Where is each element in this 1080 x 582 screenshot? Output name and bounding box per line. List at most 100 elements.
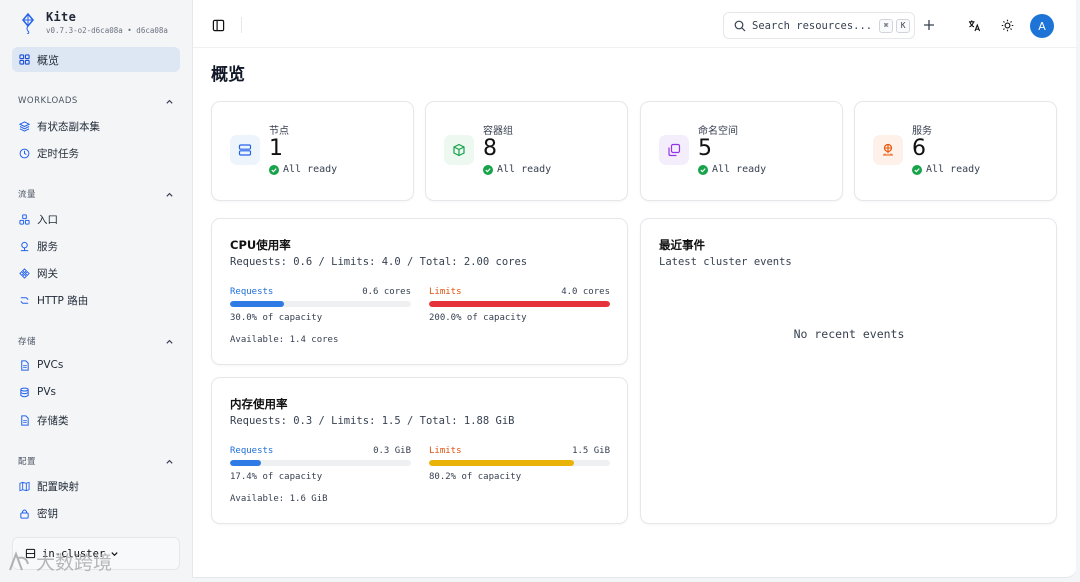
progress-fill xyxy=(429,460,575,466)
stat-card-namespaces[interactable]: 命名空间 5 All ready xyxy=(640,101,843,201)
lock-icon xyxy=(20,509,29,519)
stat-icon-wrap xyxy=(659,135,689,165)
stat-status: All ready xyxy=(483,164,551,175)
sun-icon xyxy=(1001,19,1013,31)
stat-value: 6 xyxy=(912,136,926,161)
sidebar-item-label: PVCs xyxy=(37,359,64,371)
sidebar-item-label: 概览 xyxy=(37,53,59,67)
progress-fill xyxy=(230,301,285,307)
service-icon xyxy=(20,241,29,252)
sidebar: Kite v0.7.3-o2-d6ca08a • d6ca08a 概览 WORK… xyxy=(0,0,192,582)
chevron-up-icon xyxy=(166,192,173,197)
sidebar-item-label: 有状态副本集 xyxy=(37,121,100,133)
stat-card-nodes[interactable]: 节点 1 All ready xyxy=(211,101,414,201)
network-icon xyxy=(883,143,893,156)
cube-icon xyxy=(453,143,465,157)
nav-group-label: 配置 xyxy=(18,457,37,467)
theme-toggle-button[interactable] xyxy=(999,17,1015,33)
sidebar-item-ingress[interactable]: 入口 xyxy=(19,212,58,227)
recent-events-card: 最近事件 Latest cluster events No recent eve… xyxy=(640,218,1057,524)
card-summary: Requests: 0.3 / Limits: 1.5 / Total: 1.8… xyxy=(230,415,515,427)
sidebar-item-configmaps[interactable]: 配置映射 xyxy=(19,479,79,494)
card-title: 内存使用率 xyxy=(230,397,288,411)
server-icon xyxy=(238,144,252,156)
file-icon xyxy=(21,359,29,371)
chevron-up-icon xyxy=(166,339,173,344)
nav-group-label: 存储 xyxy=(18,337,37,347)
sidebar-item-secrets[interactable]: 密钥 xyxy=(19,506,58,521)
check-circle-icon xyxy=(269,164,279,175)
stat-label: 服务 xyxy=(912,126,932,137)
search-input[interactable]: Search resources... ⌘ K xyxy=(723,12,915,39)
card-title: 最近事件 xyxy=(659,238,705,252)
stat-card-pods[interactable]: 容器组 8 All ready xyxy=(425,101,628,201)
bar-label: Limits xyxy=(429,287,462,297)
stat-label: 节点 xyxy=(269,126,289,137)
nav-group-workloads[interactable]: WORKLOADS xyxy=(18,96,174,106)
sidebar-item-label: HTTP 路由 xyxy=(37,295,89,307)
memory-requests-bar: Requests 0.3 GiB 17.4% of capacity xyxy=(230,446,411,482)
check-circle-icon xyxy=(912,164,922,175)
stat-status-text: All ready xyxy=(497,164,552,175)
stat-card-services[interactable]: 服务 6 All ready xyxy=(854,101,1057,201)
progress-track xyxy=(429,460,610,466)
cpu-usage-card: CPU使用率 Requests: 0.6 / Limits: 4.0 / Tot… xyxy=(211,218,628,365)
brand[interactable]: Kite v0.7.3-o2-d6ca08a • d6ca08a xyxy=(18,10,168,35)
sidebar-item-pvcs[interactable]: PVCs xyxy=(19,359,63,371)
nav-group-traffic[interactable]: 流量 xyxy=(18,188,174,200)
stat-icon-wrap xyxy=(230,135,260,165)
stat-status: All ready xyxy=(698,164,766,175)
sidebar-item-label: PVs xyxy=(37,386,56,398)
kbd-cmd: ⌘ xyxy=(879,18,894,33)
search-icon xyxy=(734,20,746,31)
sidebar-toggle-button[interactable] xyxy=(209,16,227,34)
sidebar-item-label: 定时任务 xyxy=(37,148,79,160)
grid-icon xyxy=(19,54,30,65)
sidebar-item-pvs[interactable]: PVs xyxy=(19,386,56,398)
language-button[interactable] xyxy=(966,17,982,33)
progress-track xyxy=(230,301,411,307)
stat-value: 1 xyxy=(269,136,283,161)
watermark: 大数跨境 xyxy=(6,548,112,575)
translate-icon xyxy=(968,19,980,31)
search-placeholder: Search resources... xyxy=(752,19,873,32)
stat-icon-wrap xyxy=(444,135,474,165)
memory-usage-card: 内存使用率 Requests: 0.3 / Limits: 1.5 / Tota… xyxy=(211,377,628,524)
route-icon xyxy=(20,297,29,304)
kite-logo-icon xyxy=(22,12,34,34)
progress-fill xyxy=(429,301,610,307)
available-text: Available: 1.6 GiB xyxy=(230,494,328,504)
sidebar-item-gateways[interactable]: 网关 xyxy=(19,266,58,281)
sidebar-item-label: 入口 xyxy=(37,214,58,226)
bar-note: 80.2% of capacity xyxy=(429,472,522,482)
nav-group-storage[interactable]: 存储 xyxy=(18,335,174,347)
check-circle-icon xyxy=(698,164,708,175)
clock-icon xyxy=(19,148,30,159)
progress-fill xyxy=(230,460,262,466)
nav-group-config[interactable]: 配置 xyxy=(18,455,174,467)
sidebar-item-services[interactable]: 服务 xyxy=(19,239,58,254)
bar-value: 0.6 cores xyxy=(362,287,411,297)
progress-track xyxy=(230,460,411,466)
bar-value: 4.0 cores xyxy=(561,287,610,297)
sidebar-item-statefulsets[interactable]: 有状态副本集 xyxy=(19,119,100,134)
stat-label: 容器组 xyxy=(483,126,513,137)
available-text: Available: 1.4 cores xyxy=(230,335,339,345)
sidebar-item-cronjobs[interactable]: 定时任务 xyxy=(19,146,79,161)
bar-note: 17.4% of capacity xyxy=(230,472,323,482)
bar-note: 30.0% of capacity xyxy=(230,313,323,323)
sidebar-item-overview[interactable]: 概览 xyxy=(12,47,180,72)
topbar: Search resources... ⌘ K A xyxy=(193,0,1077,48)
stat-label: 命名空间 xyxy=(698,126,738,137)
avatar[interactable]: A xyxy=(1030,14,1054,38)
file-icon xyxy=(21,415,29,426)
sidebar-item-storageclasses[interactable]: 存储类 xyxy=(19,413,69,428)
watermark-logo-icon xyxy=(9,550,29,570)
gateway-icon xyxy=(19,268,30,279)
add-resource-button[interactable] xyxy=(921,17,937,33)
kbd-k: K xyxy=(896,18,911,33)
bar-label: Requests xyxy=(230,287,274,297)
stat-status-text: All ready xyxy=(283,164,338,175)
sidebar-item-http-routes[interactable]: HTTP 路由 xyxy=(19,293,88,308)
cpu-limits-bar: Limits 4.0 cores 200.0% of capacity xyxy=(429,287,610,323)
